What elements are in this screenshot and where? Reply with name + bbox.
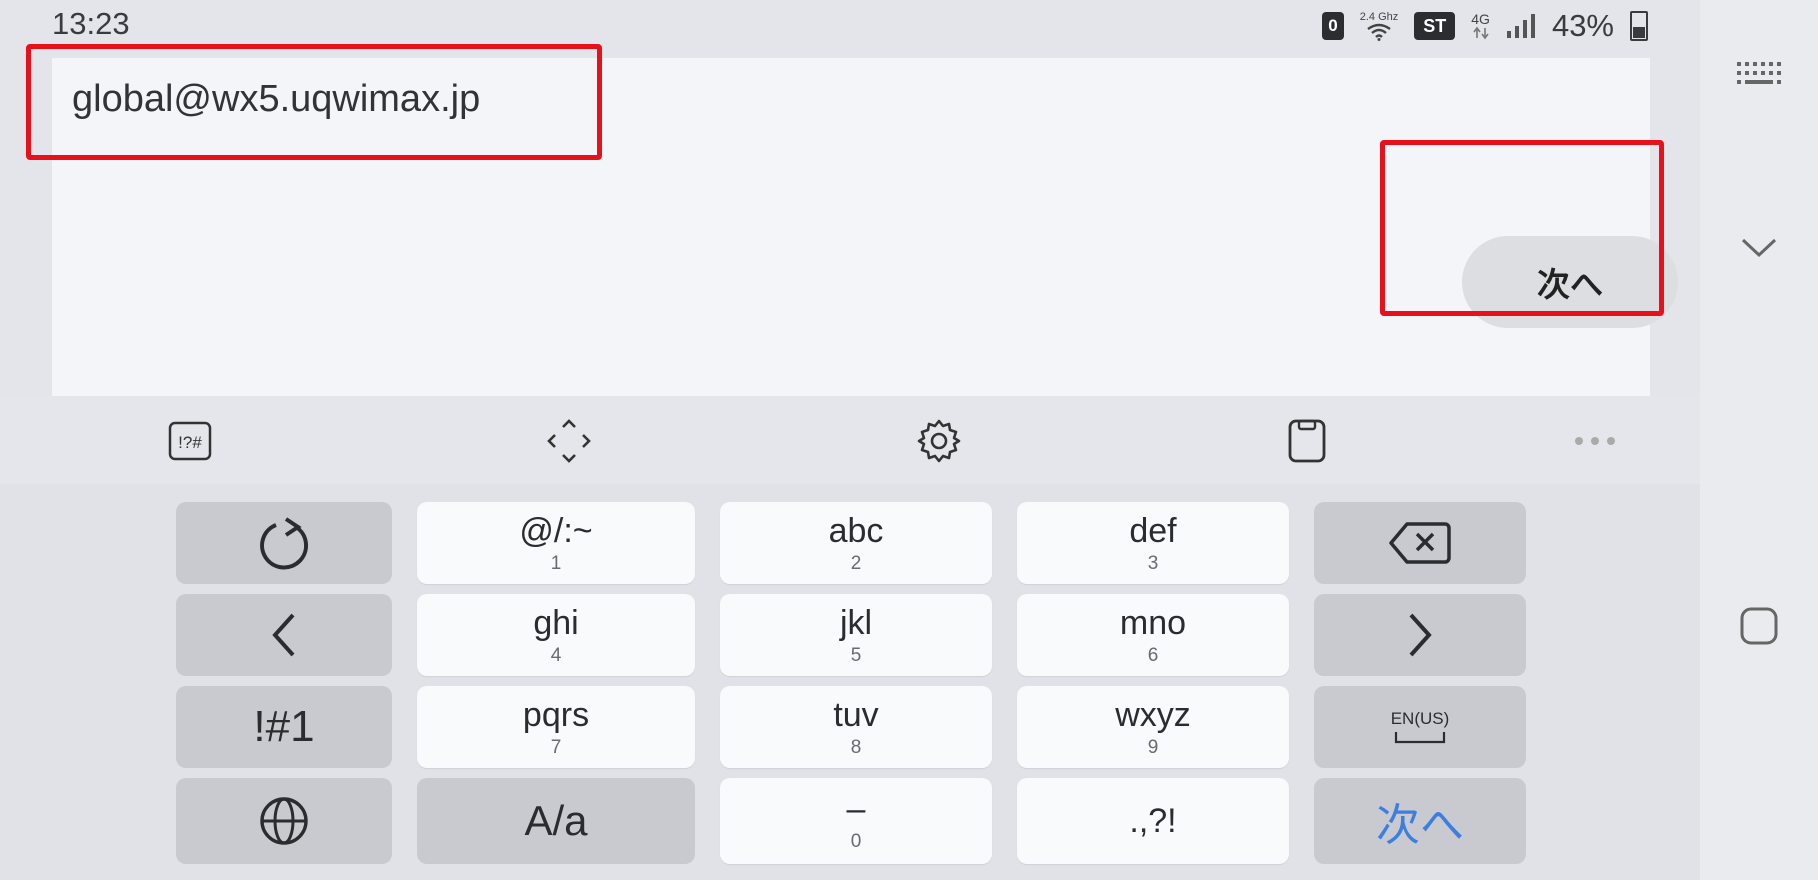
space-language-label: EN(US) <box>1390 709 1450 728</box>
wifi-icon <box>1367 23 1391 41</box>
undo-icon <box>260 517 309 570</box>
case-toggle-key[interactable]: A/a <box>417 778 695 864</box>
next-key[interactable]: 次へ <box>1314 778 1526 864</box>
key-2[interactable]: abc 2 <box>720 502 992 584</box>
wifi-band-label: 2.4 Ghz <box>1359 10 1399 23</box>
cursor-right-icon <box>1409 613 1432 657</box>
network-type-label: 4G <box>1471 11 1490 27</box>
language-key[interactable] <box>176 778 392 864</box>
navigation-bar <box>1700 0 1818 880</box>
notification-count-badge: 0 <box>1322 12 1344 40</box>
key-5[interactable]: jkl 5 <box>720 594 992 676</box>
key-1[interactable]: @/:~ 1 <box>417 502 695 584</box>
symbols-key[interactable]: !#1 <box>176 686 392 768</box>
battery-icon <box>1630 11 1648 41</box>
chevron-down-icon[interactable] <box>1700 236 1818 260</box>
clipboard-icon[interactable] <box>1282 416 1332 466</box>
st-badge: ST <box>1414 12 1456 40</box>
wifi-indicator: 2.4 Ghz <box>1359 10 1399 41</box>
keyboard-toggle-icon[interactable] <box>1700 60 1818 90</box>
text-input-panel[interactable]: global@wx5.uqwimax.jp 次へ <box>26 44 1678 396</box>
cursor-move-icon[interactable] <box>544 416 594 466</box>
key-7[interactable]: pqrs 7 <box>417 686 695 768</box>
key-0[interactable]: – 0 <box>720 778 992 864</box>
key-6[interactable]: mno 6 <box>1017 594 1289 676</box>
home-icon[interactable] <box>1700 606 1818 646</box>
key-9[interactable]: wxyz 9 <box>1017 686 1289 768</box>
backspace-icon <box>1389 522 1451 564</box>
undo-key[interactable] <box>176 502 392 584</box>
key-8[interactable]: tuv 8 <box>720 686 992 768</box>
network-indicator: 4G <box>1471 12 1490 40</box>
symbols-icon[interactable]: !?# <box>165 416 215 466</box>
case-toggle-label: A/a <box>524 797 588 844</box>
status-icons: 0 2.4 Ghz ST 4G 43% <box>1322 8 1648 44</box>
globe-icon <box>260 797 308 845</box>
settings-icon[interactable] <box>914 416 964 466</box>
space-icon <box>1394 732 1446 744</box>
keyboard: @/:~ 1 abc 2 def 3 ghi 4 jkl 5 mno 6 !#1… <box>0 484 1700 880</box>
keyboard-toolbar: !?# <box>0 396 1700 484</box>
cursor-right-key[interactable] <box>1314 594 1526 676</box>
email-highlight-frame <box>26 44 602 160</box>
key-4[interactable]: ghi 4 <box>417 594 695 676</box>
cursor-left-key[interactable] <box>176 594 392 676</box>
punctuation-key[interactable]: .,?! <box>1017 778 1289 864</box>
svg-text:!?#: !?# <box>178 433 202 452</box>
next-highlight-frame <box>1380 140 1664 316</box>
backspace-key[interactable] <box>1314 502 1526 584</box>
key-3[interactable]: def 3 <box>1017 502 1289 584</box>
data-arrows-icon <box>1472 26 1489 40</box>
space-key[interactable]: EN(US) <box>1314 686 1526 768</box>
status-time: 13:23 <box>52 6 130 41</box>
cursor-left-icon <box>272 613 295 657</box>
more-icon[interactable] <box>1570 416 1620 466</box>
battery-percent: 43% <box>1551 8 1614 43</box>
signal-icon <box>1506 14 1535 38</box>
